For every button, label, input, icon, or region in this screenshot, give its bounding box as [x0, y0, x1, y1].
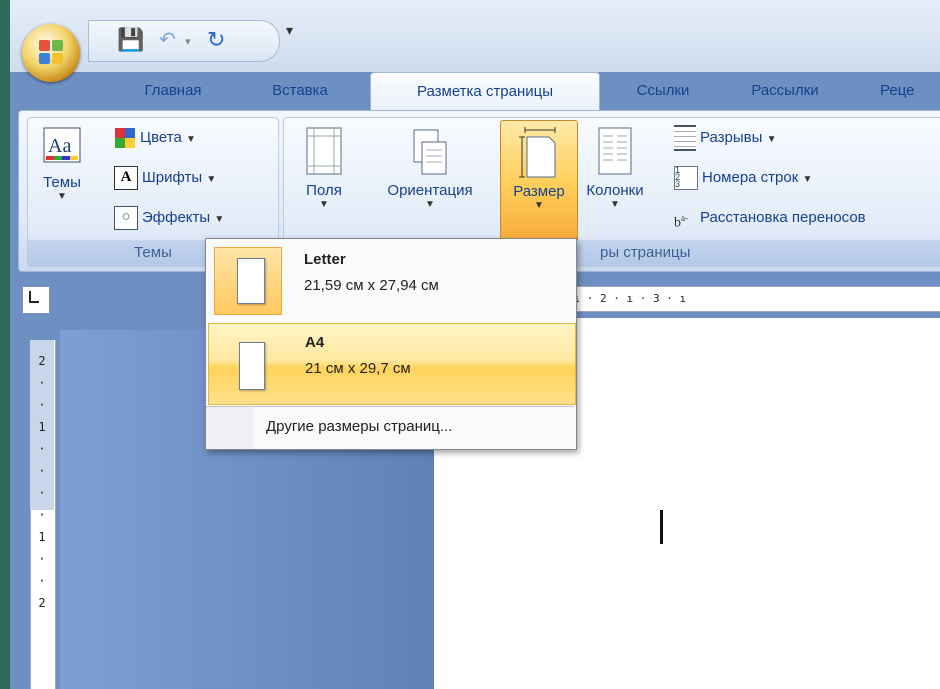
size-button[interactable]: Размер ▼	[500, 120, 578, 246]
colors-button[interactable]: Цвета ▼	[114, 124, 196, 152]
size-option-a4[interactable]: A4 21 см x 29,7 см	[208, 323, 576, 405]
ruler-mark: ·	[38, 552, 46, 566]
chevron-down-icon: ▼	[214, 214, 225, 225]
ruler-mark: ·	[38, 398, 46, 412]
chevron-down-icon: ▼	[57, 191, 67, 202]
effects-button[interactable]: ○ Эффекты ▼	[114, 204, 224, 232]
themes-label: Темы	[43, 174, 81, 191]
size-option-letter[interactable]: Letter 21,59 см x 27,94 см	[208, 241, 574, 319]
colors-icon	[115, 128, 135, 149]
tab-references[interactable]: Ссылки	[618, 72, 708, 112]
fonts-button[interactable]: A Шрифты ▼	[114, 164, 216, 192]
columns-button[interactable]: Колонки ▼	[580, 126, 650, 210]
tab-page-layout[interactable]: Разметка страницы	[370, 72, 600, 113]
office-logo-icon	[39, 40, 63, 64]
columns-icon	[598, 127, 632, 175]
ruler-mark: ·	[38, 464, 46, 478]
margins-button[interactable]: Поля ▼	[294, 126, 354, 210]
ruler-mark: 2	[38, 354, 46, 368]
ribbon-tabs: Главная Вставка Разметка страницы Ссылки…	[10, 72, 940, 113]
undo-dropdown-icon[interactable]: ▾	[185, 27, 191, 57]
tab-home[interactable]: Главная	[118, 72, 228, 112]
chevron-down-icon: ▼	[610, 199, 620, 210]
size-option-dimensions: 21 см x 29,7 см	[305, 360, 411, 377]
quick-access-toolbar: 💾 ↶ ▾ ↻	[88, 20, 280, 62]
tab-review[interactable]: Реце	[880, 72, 940, 112]
effects-icon: ○	[114, 206, 138, 231]
left-tab-icon	[29, 291, 39, 303]
chevron-down-icon: ▼	[185, 134, 196, 145]
undo-icon[interactable]: ↶	[159, 25, 176, 55]
chevron-down-icon: ▼	[802, 174, 813, 185]
hyphenation-button[interactable]: ba- Расстановка переносов	[674, 204, 866, 232]
ruler-mark: 2	[38, 596, 46, 610]
breaks-icon	[674, 125, 696, 152]
breaks-label: Разрывы	[700, 129, 763, 146]
page-size-icon	[519, 127, 556, 178]
chevron-down-icon: ▼	[766, 134, 777, 145]
themes-icon: Aa	[43, 127, 81, 163]
breaks-button[interactable]: Разрывы ▼	[674, 124, 777, 152]
orientation-button[interactable]: Ориентация ▼	[368, 126, 492, 210]
ruler-mark: 1	[38, 530, 46, 544]
size-option-dimensions: 21,59 см x 27,94 см	[304, 277, 439, 294]
line-numbers-icon: 123	[674, 166, 698, 191]
effects-label: Эффекты	[142, 209, 211, 226]
chevron-down-icon: ▼	[206, 174, 217, 185]
fonts-label: Шрифты	[142, 169, 203, 186]
chevron-down-icon: ▼	[319, 199, 329, 210]
redo-icon[interactable]: ↻	[207, 25, 225, 55]
ruler-mark: ·	[38, 442, 46, 456]
tab-insert[interactable]: Вставка	[250, 72, 350, 112]
fonts-icon: A	[114, 166, 138, 191]
line-numbers-button[interactable]: 1 2 3 Номера строк ▼	[674, 164, 812, 192]
margins-label: Поля	[306, 182, 342, 199]
customize-qat-icon[interactable]: ▾	[286, 22, 293, 39]
menu-icon-strip	[206, 407, 254, 449]
size-option-name: Letter	[304, 251, 346, 268]
size-label: Размер	[513, 183, 565, 200]
hyphenation-label: Расстановка переносов	[700, 209, 866, 226]
ruler-mark: ·	[38, 376, 46, 390]
orientation-label: Ориентация	[387, 182, 473, 199]
ruler-mark: ·	[38, 574, 46, 588]
text-cursor	[660, 510, 663, 544]
window-edge	[0, 0, 10, 689]
ruler-mark: ·	[38, 508, 46, 522]
ruler-mark: 1	[38, 420, 46, 434]
save-icon[interactable]: 💾	[117, 25, 144, 55]
page-thumbnail-icon	[215, 330, 281, 396]
colors-label: Цвета	[140, 129, 182, 146]
tab-mailings[interactable]: Рассылки	[730, 72, 840, 112]
svg-text:Aa: Aa	[48, 135, 71, 157]
more-page-sizes-button[interactable]: Другие размеры страниц...	[266, 407, 452, 447]
page-size-menu: Letter 21,59 см x 27,94 см A4 21 см x 29…	[205, 238, 577, 450]
page-thumbnail-icon	[214, 247, 282, 315]
hyphenation-icon: ba-	[674, 213, 688, 231]
ruler-mark: ·	[38, 486, 46, 500]
orientation-icon	[413, 129, 447, 175]
columns-label: Колонки	[586, 182, 644, 199]
size-option-name: A4	[305, 334, 325, 351]
chevron-down-icon: ▼	[534, 200, 544, 211]
margins-icon	[306, 127, 342, 175]
chevron-down-icon: ▼	[425, 199, 435, 210]
vertical-ruler-marks: 2 · · 1 · · · · 1 · · 2	[33, 350, 51, 614]
tab-selector[interactable]	[22, 286, 50, 314]
themes-button[interactable]: Aa Темы ▼	[34, 126, 90, 202]
line-numbers-label: Номера строк	[702, 169, 799, 186]
